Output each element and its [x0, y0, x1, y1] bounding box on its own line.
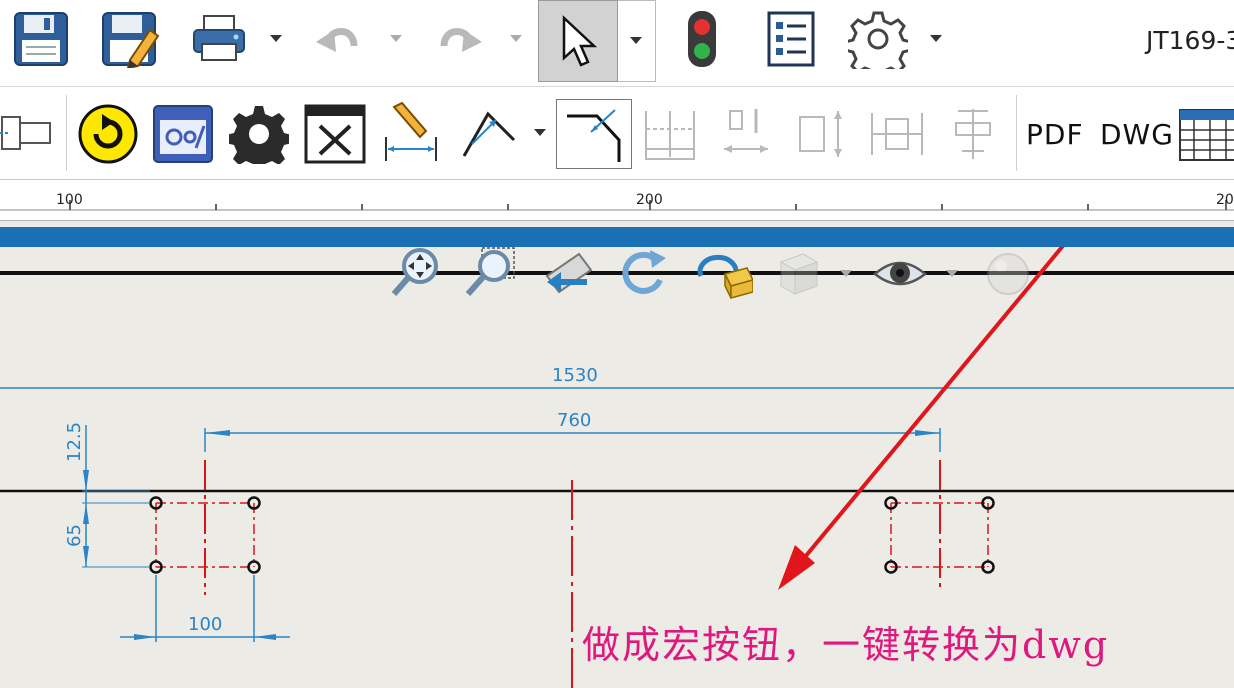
heads-up-view-toolbar [386, 246, 1046, 300]
refresh-macro-button[interactable] [76, 103, 140, 165]
angle-dimension-icon [462, 111, 516, 157]
view-orientation-button[interactable] [770, 246, 826, 300]
macro-window-button[interactable] [150, 103, 216, 165]
options-button[interactable] [846, 8, 910, 70]
angle-dropdown-arrow[interactable] [534, 129, 546, 136]
undo-icon [316, 28, 358, 52]
export-pdf-button[interactable]: PDF [1026, 118, 1084, 151]
close-window-icon [304, 104, 366, 164]
zoom-to-fit-button[interactable] [386, 246, 446, 300]
ruler-label-200: 200 [636, 192, 663, 208]
save-as-icon [102, 12, 160, 68]
printer-icon [193, 15, 245, 61]
dim-overall-text: 1530 [552, 365, 598, 386]
vertical-dimension-icon [799, 111, 842, 157]
print-button[interactable] [190, 12, 248, 66]
print-dropdown-arrow[interactable] [270, 35, 282, 42]
toolbar-separator [1016, 95, 1017, 171]
hide-show-dropdown[interactable] [946, 270, 958, 277]
toolbar-separator [66, 95, 67, 171]
partial-view-button[interactable] [0, 105, 56, 159]
view-layout-icon [0, 116, 51, 150]
display-style-icon [697, 254, 753, 299]
ordinate-dimension-button[interactable] [718, 103, 774, 165]
select-dropdown-arrow [630, 37, 642, 44]
horizontal-ruler [0, 180, 1234, 221]
document-title: JT169-3 [1146, 26, 1234, 55]
annotation-text: 做成宏按钮，一键转换为dwg [582, 623, 1110, 667]
refresh-icon [78, 104, 138, 164]
undo-button[interactable] [312, 16, 364, 64]
export-dwg-button[interactable]: DWG [1100, 118, 1174, 151]
zoom-area-button[interactable] [460, 246, 520, 300]
rotate-view-button[interactable] [614, 246, 674, 300]
smart-dimension-icon [385, 101, 437, 161]
symmetric-dimension-button[interactable] [942, 103, 1004, 165]
sphere-appearance-icon [987, 253, 1029, 295]
gear-icon [848, 11, 908, 69]
dim-bottom-text: 100 [188, 614, 222, 635]
options-dropdown-arrow[interactable] [930, 35, 942, 42]
left-hole-group [149, 460, 261, 595]
table-icon [1179, 109, 1234, 161]
appearance-button[interactable] [980, 246, 1036, 300]
cursor-arrow-icon [562, 15, 598, 67]
redo-button[interactable] [434, 16, 486, 64]
close-macro-button[interactable] [302, 103, 368, 165]
hide-show-button[interactable] [870, 246, 930, 300]
smart-dimension-button[interactable] [378, 99, 444, 165]
sheet-border-band [0, 227, 1234, 247]
previous-view-icon [545, 252, 593, 294]
select-button[interactable] [538, 0, 618, 82]
previous-view-button[interactable] [538, 246, 598, 300]
ordinate-dimension-icon [724, 109, 768, 153]
redo-icon [440, 28, 482, 52]
eye-icon [873, 261, 927, 286]
view-orientation-dropdown[interactable] [840, 270, 852, 277]
baseline-dimension-icon [645, 111, 695, 160]
table-button[interactable] [1178, 107, 1234, 163]
main-toolbar: JT169-3 [0, 0, 1234, 87]
macro-window-icon [153, 105, 213, 163]
save-as-button[interactable] [98, 8, 164, 70]
select-dropdown[interactable] [618, 0, 656, 82]
cube-view-icon [779, 253, 819, 295]
ruler-label-right: 20 [1216, 192, 1234, 208]
dim-span-text: 760 [557, 410, 591, 431]
dim-vertical-top-text: 12.5 [64, 422, 85, 462]
vertical-dimension-button[interactable] [790, 103, 852, 165]
rebuild-button[interactable] [680, 6, 724, 72]
ruler-label-100: 100 [56, 192, 83, 208]
zoom-to-fit-icon [391, 248, 438, 296]
redo-dropdown-arrow[interactable] [510, 35, 522, 42]
angle-dimension-button[interactable] [456, 103, 520, 165]
display-style-button[interactable] [690, 246, 754, 300]
center-dimension-button[interactable] [866, 103, 928, 165]
undo-dropdown-arrow[interactable] [390, 35, 402, 42]
rotate-view-icon [622, 250, 666, 294]
baseline-dimension-button[interactable] [640, 103, 700, 165]
macro-settings-button[interactable] [226, 103, 292, 165]
save-icon [14, 12, 68, 66]
right-hole-group [884, 460, 995, 590]
traffic-light-icon [688, 11, 716, 67]
ruler-ticks [0, 200, 1234, 211]
symmetric-dimension-icon [955, 109, 991, 159]
chamfer-dimension-button[interactable] [556, 99, 632, 169]
file-properties-button[interactable] [762, 8, 820, 70]
center-dimension-icon [871, 113, 923, 155]
settings-gear-icon [229, 106, 289, 164]
zoom-area-icon [465, 247, 515, 296]
file-properties-icon [767, 11, 815, 67]
chamfer-icon [567, 109, 621, 162]
save-button[interactable] [10, 8, 72, 70]
dim-vertical-mid-text: 65 [64, 524, 85, 547]
